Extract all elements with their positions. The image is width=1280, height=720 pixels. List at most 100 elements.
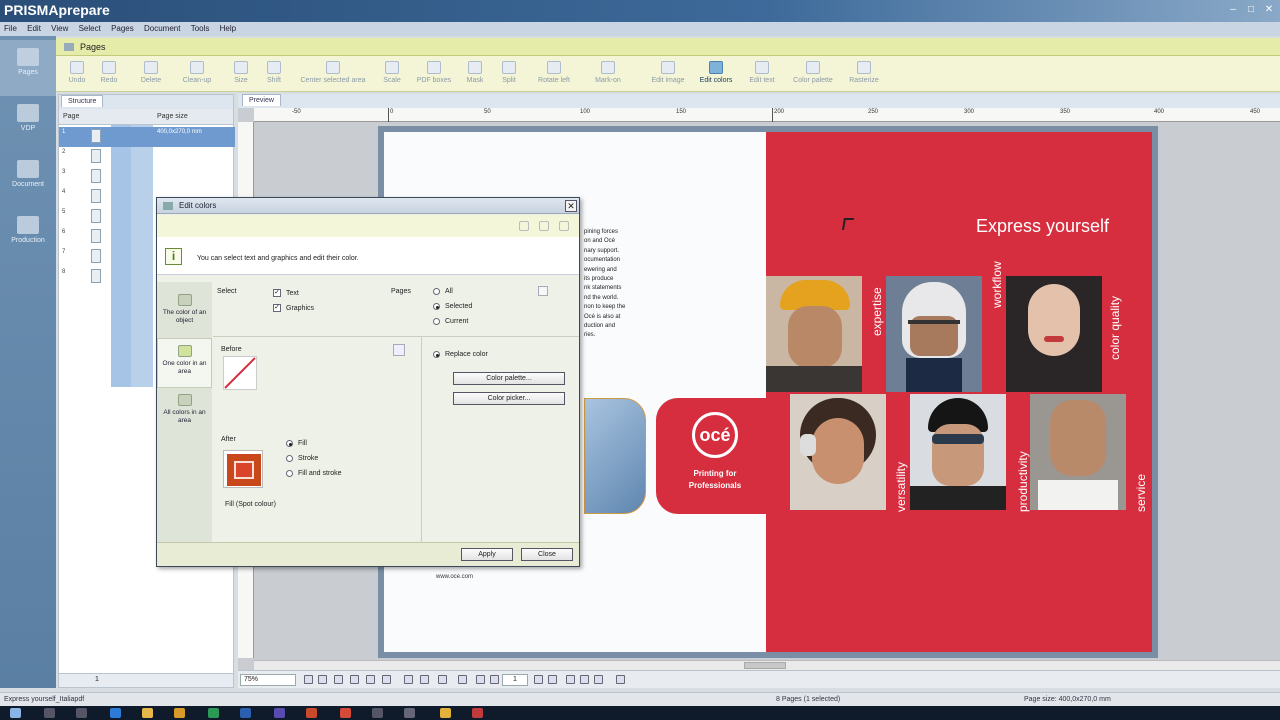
menu-view[interactable]: View [47, 22, 72, 33]
nav-document[interactable]: Document [0, 152, 56, 208]
measure-icon[interactable] [438, 675, 447, 684]
screen-icon[interactable] [616, 675, 625, 684]
eyedropper-icon[interactable] [393, 344, 405, 356]
menu-help[interactable]: Help [216, 22, 240, 33]
rotate-left-button[interactable]: Rotate left [530, 59, 578, 89]
page-row[interactable]: 2 [59, 147, 235, 167]
tab-structure[interactable]: Structure [61, 95, 104, 107]
menu-pages[interactable]: Pages [107, 22, 138, 33]
powerpoint-icon[interactable] [306, 708, 317, 718]
select-tool-icon[interactable] [334, 675, 343, 684]
last-page-icon[interactable] [548, 675, 557, 684]
zoom-in-icon[interactable] [318, 675, 327, 684]
pages-all-radio[interactable] [433, 288, 440, 295]
ribbon-tab-pages[interactable]: Pages [56, 38, 1280, 56]
taskbar-app-icon[interactable] [440, 708, 451, 718]
stroke-radio[interactable] [286, 455, 293, 462]
redo-button[interactable]: Redo [96, 59, 122, 89]
windows-start-icon[interactable] [10, 708, 21, 718]
prev-page-icon[interactable] [490, 675, 499, 684]
mode-all-colors-area[interactable]: All colors in an area [157, 388, 212, 438]
page-range-icon[interactable] [538, 286, 548, 296]
mode-one-color-area[interactable]: One color in an area [157, 338, 212, 388]
menu-tools[interactable]: Tools [187, 22, 214, 33]
zoom-out-icon[interactable] [304, 675, 313, 684]
close-icon[interactable]: ✕ [1262, 3, 1276, 17]
rasterize-button[interactable]: Rasterize [846, 59, 882, 89]
tab-preview[interactable]: Preview [242, 94, 281, 106]
fill-radio[interactable] [286, 440, 293, 447]
edit-text-button[interactable]: Edit text [744, 59, 780, 89]
graphics-checkbox[interactable]: ✓ [273, 304, 281, 312]
search-icon[interactable] [44, 708, 55, 718]
chrome-icon[interactable] [340, 708, 351, 718]
close-button[interactable]: Close [521, 548, 573, 561]
single-page-icon[interactable] [566, 675, 575, 684]
color-palette-dialog-button[interactable]: Color palette... [453, 372, 565, 385]
column-page[interactable]: Page [63, 113, 79, 120]
pan-tool-icon[interactable] [350, 675, 359, 684]
scale-button[interactable]: Scale [378, 59, 406, 89]
scroll-thumb[interactable] [744, 662, 786, 669]
shift-button[interactable]: Shift [260, 59, 288, 89]
split-button[interactable]: Split [496, 59, 522, 89]
cleanup-button[interactable]: Clean-up [178, 59, 216, 89]
column-page-size[interactable]: Page size [157, 113, 188, 120]
after-swatch[interactable] [223, 450, 263, 488]
fit-width-icon[interactable] [420, 675, 429, 684]
pages-selected-radio[interactable] [433, 303, 440, 310]
nav-pages[interactable]: Pages [0, 40, 56, 96]
structure-page-field[interactable]: 1 [95, 676, 99, 683]
menu-select[interactable]: Select [75, 22, 105, 33]
prismaprepare-icon[interactable] [472, 708, 483, 718]
mask-button[interactable]: Mask [462, 59, 488, 89]
fit-page-icon[interactable] [404, 675, 413, 684]
eyedropper-icon[interactable] [366, 675, 375, 684]
nav-vdp[interactable]: VDP [0, 96, 56, 152]
reset-icon[interactable] [519, 221, 529, 231]
color-palette-button[interactable]: Color palette [790, 59, 836, 89]
apply-button[interactable]: Apply [461, 548, 513, 561]
undo-icon[interactable] [539, 221, 549, 231]
color-picker-button[interactable]: Color picker... [453, 392, 565, 405]
edge-browser-icon[interactable] [110, 708, 121, 718]
taskbar-app-icon[interactable] [372, 708, 383, 718]
zoom-select[interactable]: 75% [240, 674, 296, 686]
first-page-icon[interactable] [476, 675, 485, 684]
redo-icon[interactable] [559, 221, 569, 231]
nav-production[interactable]: Production [0, 208, 56, 264]
mark-icon[interactable] [458, 675, 467, 684]
size-button[interactable]: Size [230, 59, 252, 89]
pages-current-radio[interactable] [433, 318, 440, 325]
center-selected-area-button[interactable]: Center selected area [296, 59, 370, 89]
dialog-title-bar[interactable]: Edit colors ✕ [157, 198, 579, 214]
edit-image-button[interactable]: Edit image [648, 59, 688, 89]
crop-icon[interactable] [382, 675, 391, 684]
undo-button[interactable]: Undo [64, 59, 90, 89]
menu-edit[interactable]: Edit [23, 22, 45, 33]
mark-on-button[interactable]: Mark-on [590, 59, 626, 89]
file-explorer-icon[interactable] [142, 708, 153, 718]
menu-file[interactable]: File [0, 22, 21, 33]
word-icon[interactable] [240, 708, 251, 718]
task-view-icon[interactable] [76, 708, 87, 718]
page-row[interactable]: 3 [59, 167, 235, 187]
fill-and-stroke-radio[interactable] [286, 470, 293, 477]
minimize-icon[interactable]: – [1226, 3, 1240, 17]
page-row[interactable]: 1 400,0x270,0 mm [59, 127, 235, 147]
maximize-icon[interactable]: □ [1244, 3, 1258, 17]
pdf-boxes-button[interactable]: PDF boxes [414, 59, 454, 89]
text-checkbox[interactable]: ✓ [273, 289, 281, 297]
menu-document[interactable]: Document [140, 22, 184, 33]
two-page-icon[interactable] [580, 675, 589, 684]
taskbar-app-icon[interactable] [174, 708, 185, 718]
spread-icon[interactable] [594, 675, 603, 684]
taskbar-app-icon[interactable] [404, 708, 415, 718]
excel-icon[interactable] [208, 708, 219, 718]
dialog-close-icon[interactable]: ✕ [565, 200, 577, 212]
edit-colors-button[interactable]: Edit colors [696, 59, 736, 89]
mode-object-color[interactable]: The color of an object [157, 288, 212, 338]
onenote-icon[interactable] [274, 708, 285, 718]
horizontal-scrollbar[interactable] [254, 660, 1280, 670]
delete-button[interactable]: Delete [136, 59, 166, 89]
